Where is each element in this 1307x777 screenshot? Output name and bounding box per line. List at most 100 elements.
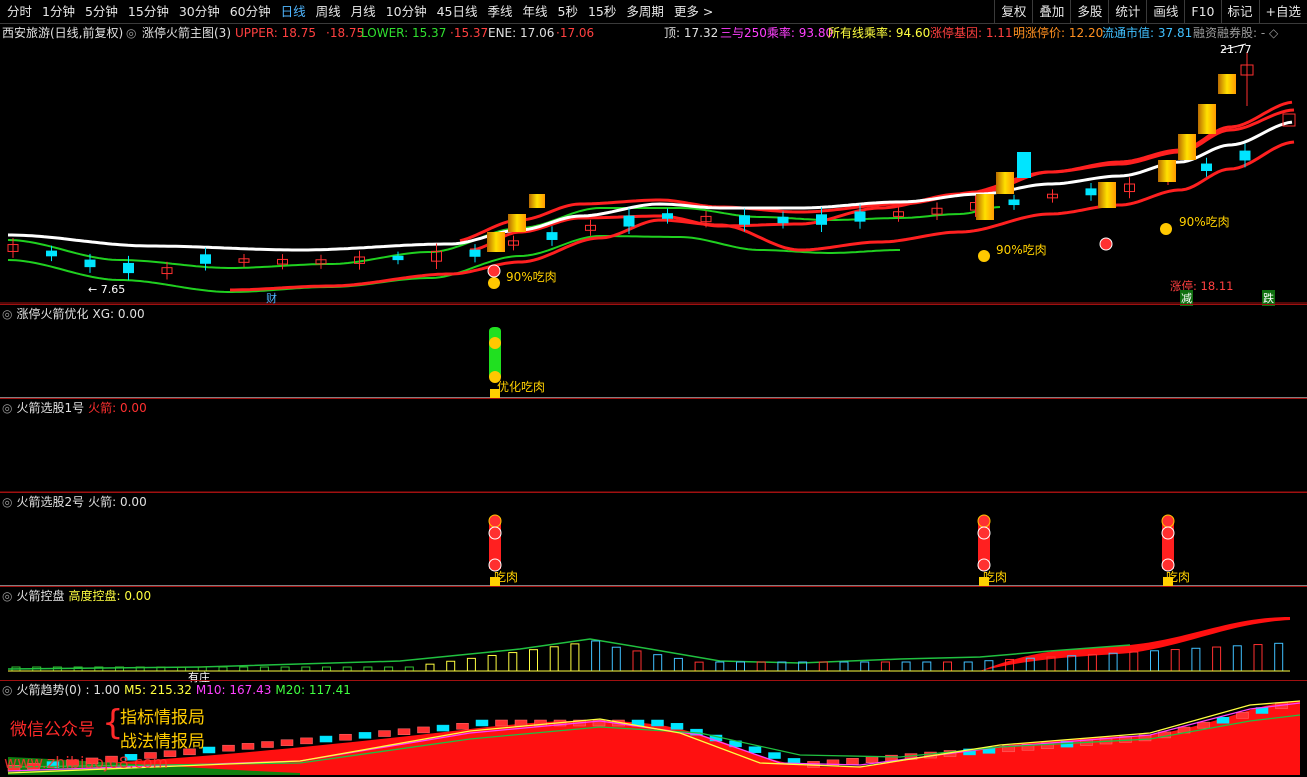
tab-timeframe-14[interactable]: 15秒 [583, 0, 621, 24]
timeframe-tabs: 分时 1分钟 5分钟 15分钟 30分钟 60分钟 日线 周线 月线 10分钟 45日线 季线 年线 5秒… [0, 0, 718, 24]
dropdown-icon[interactable]: ◎ [126, 24, 136, 42]
candle-body [777, 216, 789, 224]
trend-candle [495, 719, 508, 727]
red-ball-icon-0 [488, 526, 502, 540]
trend-candle [222, 744, 235, 752]
toolbar-button-7[interactable]: +自选 [1258, 0, 1307, 24]
main-chart-canvas[interactable] [0, 42, 1307, 304]
panel4-canvas[interactable] [0, 587, 1307, 681]
toolbar-button-4[interactable]: 画线 [1146, 0, 1184, 24]
panel1-canvas[interactable] [0, 305, 1307, 399]
control-bar [1150, 650, 1159, 672]
candle-body-cyan [1017, 152, 1031, 178]
control-bar [384, 666, 394, 672]
tab-timeframe-7[interactable]: 周线 [311, 0, 346, 24]
tab-timeframe-8[interactable]: 月线 [346, 0, 381, 24]
select2-eat-label-3: 吃肉 [1166, 570, 1191, 584]
lower-ref: ·15.37 [450, 26, 489, 40]
optimize-eat-label: 优化吃肉 [497, 380, 546, 394]
limit-up-candle-7 [1178, 134, 1196, 160]
limit-up-candle-3 [976, 194, 994, 220]
candle-body [469, 249, 481, 257]
select2-eat-label-1: 吃肉 [494, 570, 519, 584]
trend-candle [475, 719, 489, 727]
control-bar [901, 661, 911, 672]
toolbar-button-5[interactable]: F10 [1184, 0, 1220, 24]
control-bar [943, 661, 952, 672]
annotation-eat-1: 90%吃肉 [506, 270, 557, 284]
trend-candle [378, 730, 391, 737]
control-bar [322, 666, 331, 672]
top-value: 顶: 17.32 [664, 26, 719, 40]
trend-candle [358, 732, 372, 739]
control-bar [922, 661, 932, 672]
ratio250-value: 三与250乘率: 93.80 [720, 26, 834, 40]
tab-timeframe-3[interactable]: 15分钟 [123, 0, 174, 24]
tab-timeframe-13[interactable]: 5秒 [553, 0, 583, 24]
control-bar [259, 666, 269, 672]
tab-timeframe-11[interactable]: 季线 [483, 0, 518, 24]
candle-body [623, 215, 635, 227]
indicator-name[interactable]: 涨停火箭主图(3) [142, 24, 231, 42]
limit-up-candle-1 [508, 214, 526, 232]
tab-timeframe-0[interactable]: 分时 [2, 0, 37, 24]
control-bar [632, 650, 642, 672]
watermark-wechat: 微信公众号 [10, 720, 95, 740]
candle-body [84, 259, 96, 268]
toolbar-button-3[interactable]: 统计 [1108, 0, 1146, 24]
trend-candle [670, 723, 684, 730]
control-bar [591, 640, 601, 672]
trend-candle [339, 733, 352, 741]
tab-timeframe-5[interactable]: 60分钟 [225, 0, 276, 24]
toolbar-button-6[interactable]: 标记 [1220, 0, 1259, 24]
toolbar-button-1[interactable]: 叠加 [1032, 0, 1070, 24]
toolbar-button-2[interactable]: 多股 [1070, 0, 1108, 24]
control-bar [301, 666, 311, 672]
next-limit-price: 明涨停价: 12.20 [1013, 26, 1104, 40]
candle-body [816, 214, 827, 225]
panel3-canvas[interactable] [0, 493, 1307, 587]
watermark-line2: 战法情报局 [120, 732, 205, 752]
candle-body [739, 215, 750, 225]
control-bar [1087, 653, 1097, 672]
period-toolbar: 分时 1分钟 5分钟 15分钟 30分钟 60分钟 日线 周线 月线 10分钟 45日线 季线 年线 5秒… [0, 0, 1307, 24]
tab-timeframe-4[interactable]: 30分钟 [174, 0, 225, 24]
limit-up-candle-9 [1218, 74, 1236, 94]
tab-timeframe-2[interactable]: 5分钟 [80, 0, 123, 24]
panel-rocket-control[interactable]: ◎ 火箭控盘 高度控盘: 0.00 有庄 [0, 586, 1307, 684]
trend-candle [261, 741, 274, 748]
control-green-line [7, 638, 1131, 670]
panel-rocket-select-1[interactable]: ◎ 火箭选股1号 火箭: 0.00 [0, 398, 1307, 493]
trend-candle [397, 728, 411, 735]
panel2-canvas[interactable] [0, 399, 1307, 493]
limit-up-candle-2 [529, 194, 545, 208]
control-bar [404, 666, 414, 672]
toolbar-button-0[interactable]: 复权 [994, 0, 1032, 24]
control-bar [611, 646, 621, 672]
control-bar [694, 661, 704, 672]
panel-rocket-optimize[interactable]: ◎ 涨停火箭优化 XG: 0.00 优化吃肉 [0, 304, 1307, 399]
tab-timeframe-10[interactable]: 45日线 [432, 0, 483, 24]
main-chart-panel[interactable]: 21.77 ← 7.65 90%吃肉 90%吃肉 90%吃肉 财 涨停: 18.… [0, 42, 1307, 306]
stock-title[interactable]: 西安旅游(日线,前复权) [2, 24, 123, 42]
limit-gene-value: 涨停基因: 1.11 [930, 26, 1013, 40]
tab-timeframe-1[interactable]: 1分钟 [37, 0, 80, 24]
tab-timeframe-16[interactable]: 更多 > [669, 0, 718, 24]
control-bar [860, 661, 870, 672]
tab-timeframe-12[interactable]: 年线 [518, 0, 553, 24]
tab-timeframe-9[interactable]: 10分钟 [381, 0, 432, 24]
panel-rocket-select-2[interactable]: ◎ 火箭选股2号 火箭: 0.00 吃肉 吃肉 吃肉 [0, 492, 1307, 587]
tab-timeframe-6[interactable]: 日线 [276, 0, 311, 24]
control-bar [1232, 645, 1242, 672]
control-bar [1191, 647, 1201, 672]
control-bar [529, 649, 538, 672]
margin-trading-label: 融资融券股: - ◇ [1193, 26, 1279, 40]
ene-ref: ·17.06 [556, 26, 595, 40]
limit-up-candle-8 [1198, 104, 1216, 134]
panel-rocket-trend[interactable]: ◎ 火箭趋势(0): 1.00 M5: 215.32 M10: 167.43 M20: … [0, 680, 1307, 777]
select2-eat-label-2: 吃肉 [983, 570, 1008, 584]
control-bar [363, 666, 373, 672]
tab-timeframe-15[interactable]: 多周期 [621, 0, 669, 24]
red-ball-icon-2 [1161, 514, 1175, 528]
control-bar [1067, 655, 1077, 672]
